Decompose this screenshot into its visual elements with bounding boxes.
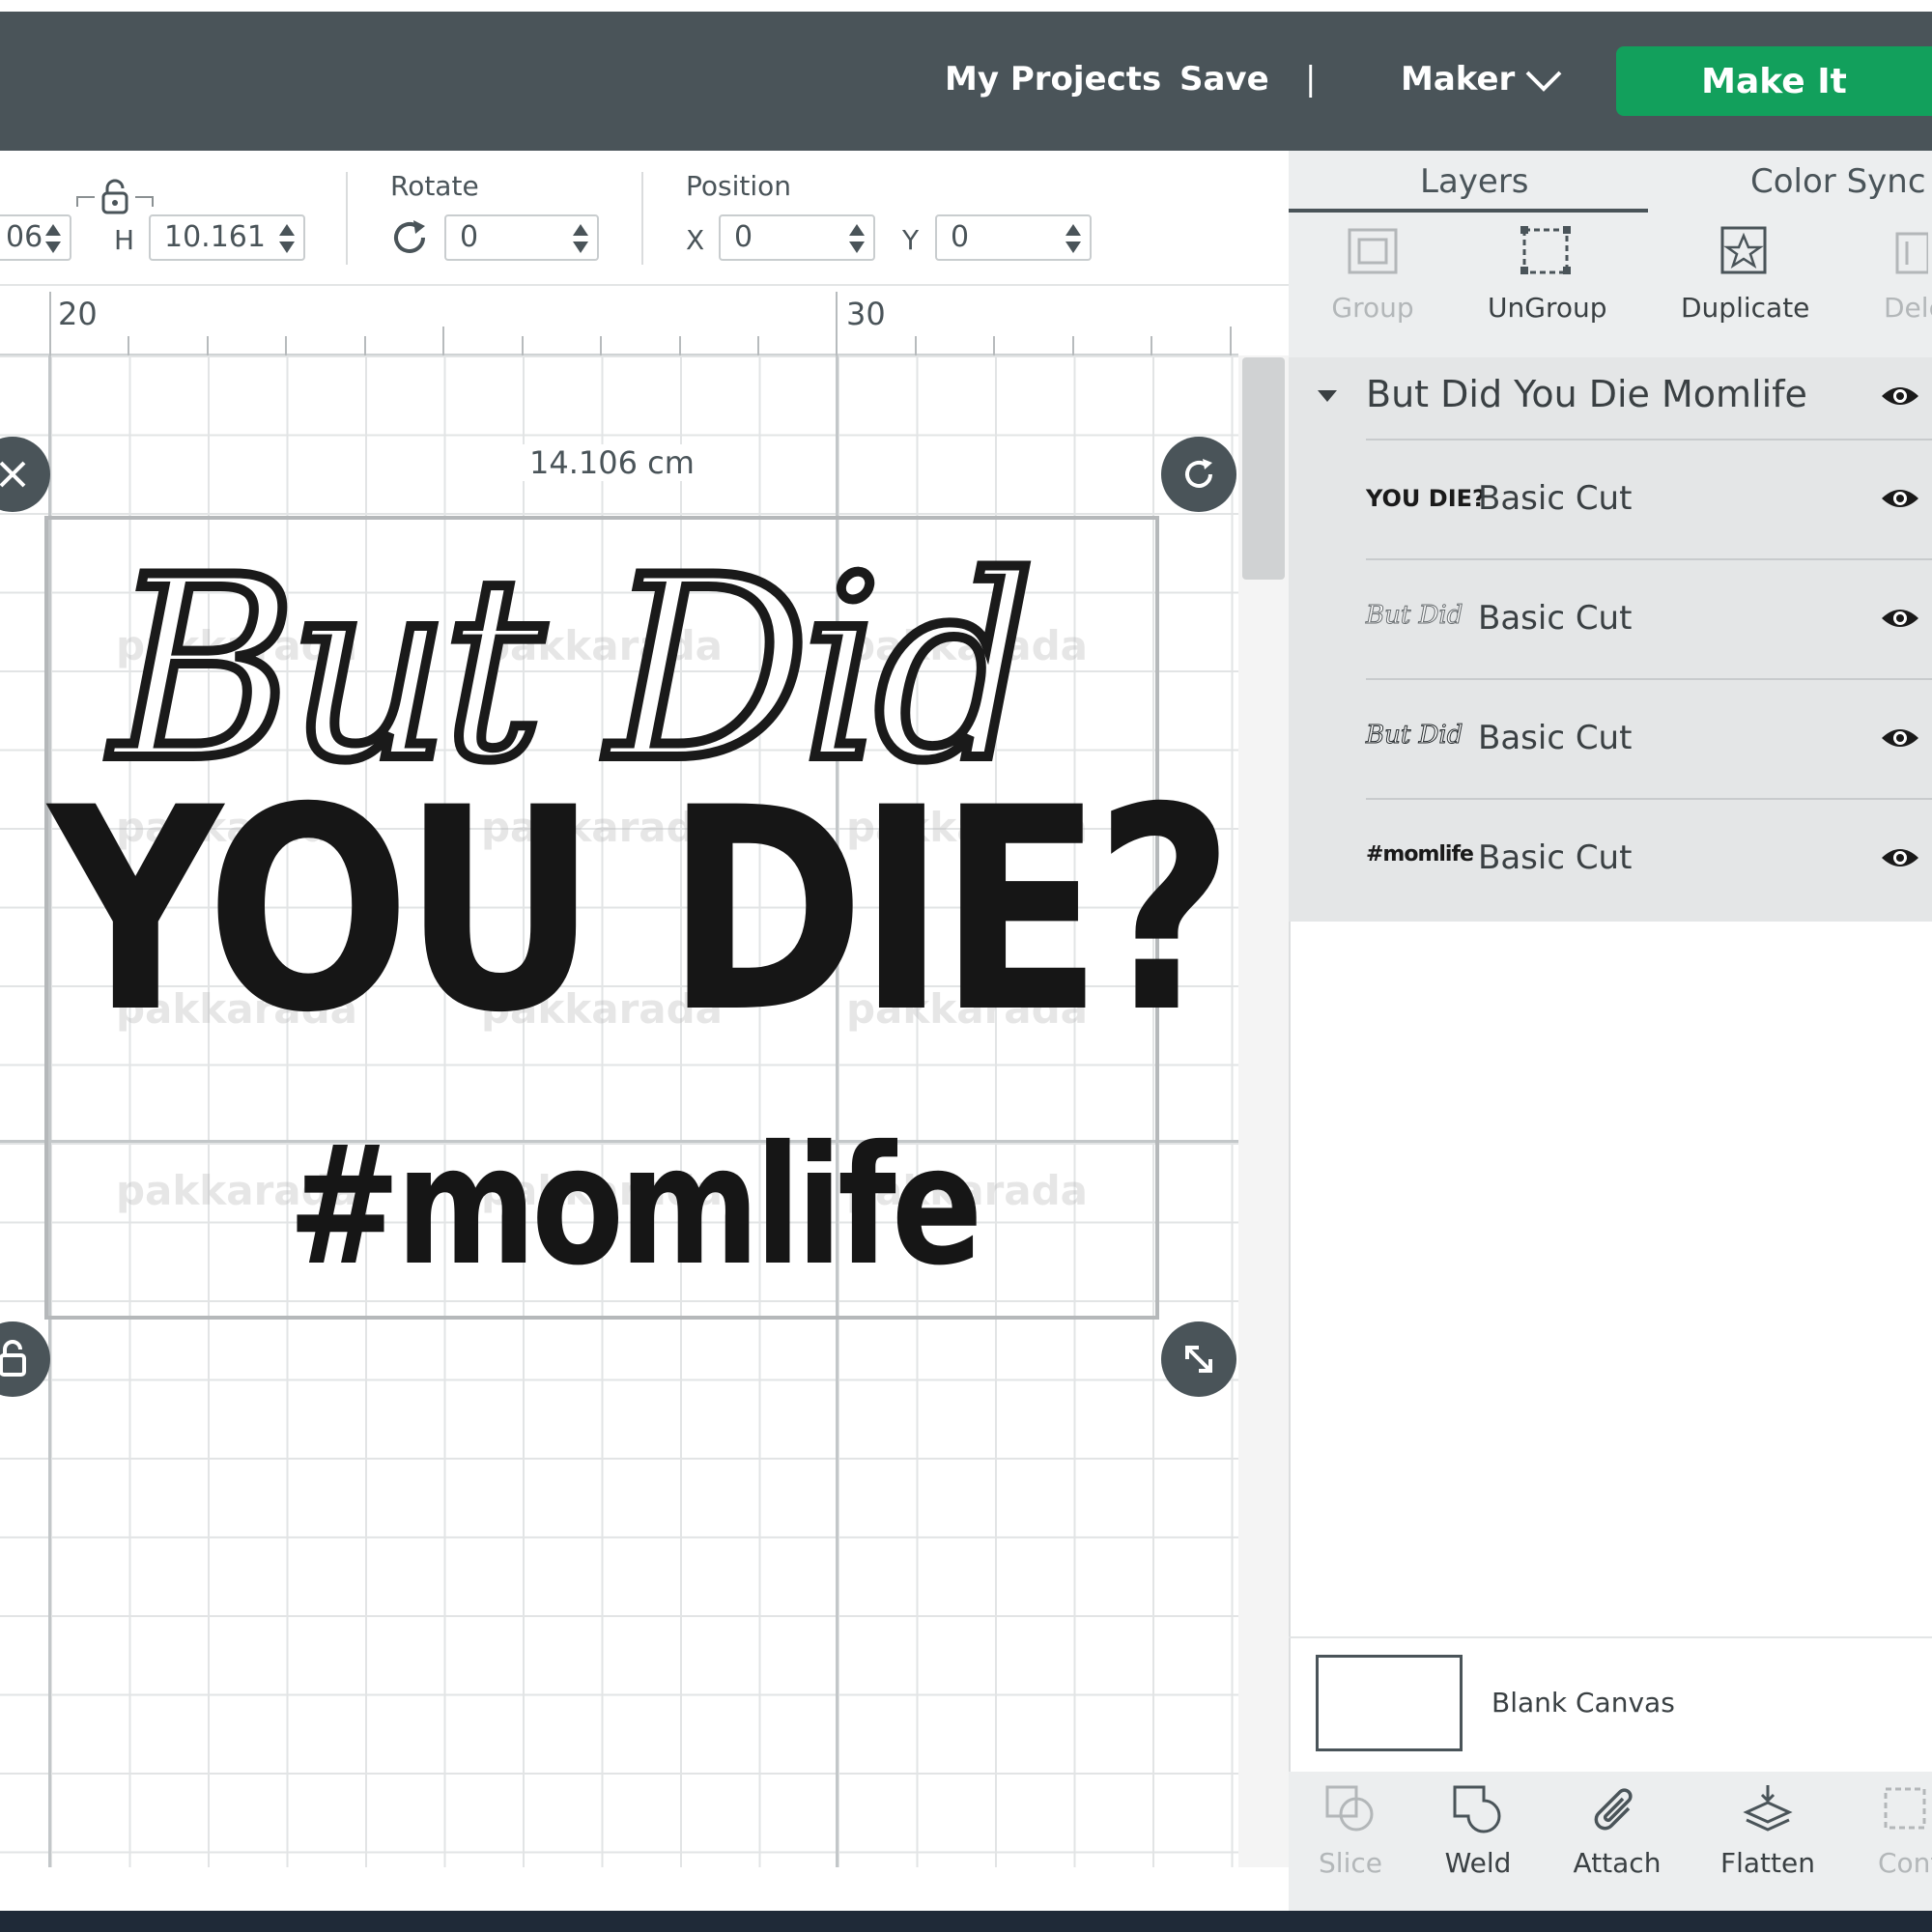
tab-layers[interactable]: Layers [1420,162,1529,201]
x-label: X [686,224,705,256]
stepper-icon[interactable] [278,222,296,255]
layer-thumbnail: #momlife [1366,842,1474,867]
unlock-icon [0,1340,26,1377]
layer-row[interactable]: But Did Basic Cut [1366,558,1932,678]
layer-thumbnail: YOU DIE? [1366,485,1486,512]
duplicate-button[interactable]: Duplicate [1681,224,1810,324]
panel-divider [1289,1636,1932,1638]
y-position-input[interactable]: 0 [935,214,1092,261]
ruler-mark-20: 20 [58,296,98,332]
ungroup-icon [1520,226,1571,274]
contour-label: Cont [1878,1847,1932,1879]
attach-label: Attach [1573,1847,1662,1879]
toolbar-divider [346,172,348,265]
layer-row[interactable]: But Did Basic Cut [1366,678,1932,798]
attach-button[interactable]: Attach [1569,1783,1665,1879]
stepper-icon[interactable] [44,222,62,255]
duplicate-icon [1720,226,1767,274]
design-line-you-die: YOU DIE? [48,749,1235,1074]
rotate-icon [1185,459,1212,488]
rotate-handle[interactable] [1161,437,1236,512]
layer-name: Basic Cut [1478,719,1633,757]
design-line-momlife: #momlife [288,1111,982,1302]
flatten-button[interactable]: Flatten [1719,1783,1816,1879]
design-artwork[interactable]: pakkarada pakkarada pakkarada pakkarada … [44,516,1235,1320]
layer-name: Basic Cut [1478,838,1633,877]
eye-icon[interactable] [1880,844,1920,871]
stepper-icon[interactable] [848,222,866,255]
resize-handle[interactable] [1161,1321,1236,1397]
duplicate-label: Duplicate [1681,292,1810,324]
width-value: 06 [6,220,43,254]
make-it-button[interactable]: Make It [1616,46,1932,116]
eye-icon[interactable] [1880,605,1920,632]
y-value: 0 [951,220,970,254]
width-input[interactable]: 06 [0,214,71,261]
close-icon [0,461,26,488]
blank-canvas-swatch[interactable] [1316,1655,1463,1751]
ruler-mark-30: 30 [846,296,886,332]
height-input[interactable]: 10.161 [149,214,305,261]
layer-row[interactable]: #momlife Basic Cut [1366,798,1932,918]
delete-label: Dele [1884,292,1932,324]
rotate-input[interactable]: 0 [444,214,599,261]
ruler-ticks [49,292,1232,355]
height-value: 10.161 [164,220,266,254]
x-position-input[interactable]: 0 [719,214,875,261]
height-label: H [114,224,135,256]
resize-diagonal-icon [1185,1346,1212,1373]
width-dimension-label: 14.106 cm [522,444,702,481]
rotate-icon [394,220,425,253]
contour-icon [1884,1787,1926,1830]
slice-icon [1325,1785,1374,1832]
aspect-lock-icon[interactable] [75,178,155,218]
layer-group-name[interactable]: But Did You Die Momlife [1366,373,1807,415]
flatten-icon [1743,1785,1793,1832]
scrollbar-thumb[interactable] [1242,357,1285,580]
machine-select[interactable]: Maker [1401,60,1515,99]
weld-label: Weld [1444,1847,1512,1879]
eye-icon[interactable] [1880,383,1920,410]
rotate-label: Rotate [390,170,479,202]
group-label: Group [1331,292,1414,324]
chevron-down-icon[interactable] [1524,68,1563,93]
window-edge [0,0,1932,12]
group-icon [1348,228,1398,274]
header-divider: | [1305,60,1317,99]
eye-icon[interactable] [1880,724,1920,752]
layer-name: Basic Cut [1478,479,1633,518]
tab-color-sync[interactable]: Color Sync [1750,162,1926,201]
toolbar-divider [641,172,643,265]
contour-button[interactable]: Cont [1878,1783,1932,1879]
save-link[interactable]: Save [1179,60,1269,99]
stepper-icon[interactable] [1065,222,1082,255]
layer-thumbnail: But Did [1366,721,1463,751]
stepper-icon[interactable] [572,222,589,255]
layer-name: Basic Cut [1478,599,1633,638]
slice-button[interactable]: Slice [1312,1783,1389,1879]
group-button[interactable]: Group [1320,224,1426,324]
eye-icon[interactable] [1880,485,1920,512]
layer-row[interactable]: YOU DIE? Basic Cut [1366,439,1932,558]
y-label: Y [902,224,920,256]
weld-button[interactable]: Weld [1439,1783,1517,1879]
window-bottom-edge [0,1911,1932,1932]
rotate-value: 0 [460,220,479,254]
paperclip-icon [1594,1788,1633,1831]
my-projects-link[interactable]: My Projects [945,60,1161,99]
flatten-label: Flatten [1720,1847,1815,1879]
ungroup-label: UnGroup [1488,292,1607,324]
trash-icon [1895,232,1928,274]
horizontal-ruler: 20 30 [0,288,1238,355]
x-value: 0 [734,220,753,254]
position-label: Position [686,170,792,202]
layer-thumbnail: But Did [1366,601,1463,631]
slice-label: Slice [1319,1847,1382,1879]
canvas-scrollbar[interactable] [1238,355,1289,1867]
weld-icon [1453,1785,1501,1833]
collapse-triangle-icon[interactable] [1316,388,1339,404]
blank-canvas-label: Blank Canvas [1492,1687,1675,1719]
delete-button[interactable]: Dele [1884,224,1932,324]
ungroup-button[interactable]: UnGroup [1488,224,1607,324]
